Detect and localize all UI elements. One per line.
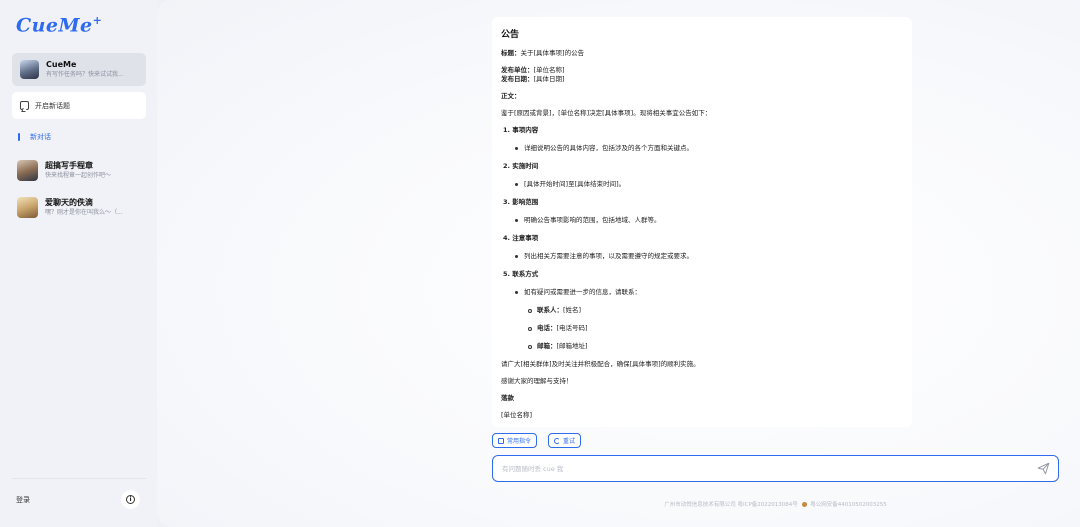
chat-input[interactable] — [502, 464, 1022, 473]
issuer-label: 发布单位： — [501, 66, 534, 74]
refresh-icon — [554, 437, 560, 444]
agent-avatar — [17, 197, 38, 218]
section-title: 2. 实施时间 — [503, 162, 539, 170]
divider — [12, 478, 146, 479]
intro-text: 鉴于[原因或背景]，[单位名称]决定[具体事项]。现将相关事宜公告如下： — [501, 109, 712, 117]
info-button[interactable]: i — [121, 490, 140, 509]
contact-label: 邮箱： — [537, 342, 557, 350]
sidebar: CueMe+ CueMe 有写作任务吗？快来试试我... 开启新话题 新对话 超… — [0, 0, 157, 527]
retry-label: 重试 — [563, 438, 576, 445]
contact-value: [姓名] — [563, 306, 582, 314]
chat-icon — [20, 101, 29, 110]
icp-text[interactable]: 广州市动悦信息技术有限公司 粤ICP备2022013084号 — [664, 502, 798, 508]
agent-name: 超搞写手程章 — [45, 161, 93, 170]
contact-value: [电话号码] — [556, 324, 588, 332]
footer: 广州市动悦信息技术有限公司 粤ICP备2022013084号 粤公网安备4401… — [492, 500, 1059, 508]
contact-value: [邮箱地址] — [556, 342, 588, 350]
agent-desc: 快来找程章一起创作吧～ — [45, 172, 112, 179]
issuer-value: [单位名称] — [533, 66, 565, 74]
info-icon: i — [126, 495, 135, 504]
new-topic-label: 开启新话题 — [35, 101, 70, 110]
active-indicator — [18, 133, 20, 141]
section-bullet: 列出相关方需要注意的事项，以及需要遵守的规定或要求。 — [515, 252, 903, 261]
date-value: [具体日期] — [533, 75, 565, 83]
police-badge-icon — [801, 502, 807, 507]
agent-item[interactable]: 超搞写手程章 快来找程章一起创作吧～ — [17, 160, 147, 181]
section-bullet: 详细说明公告的具体内容，包括涉及的各个方面和关键点。 — [515, 144, 903, 153]
section-title: 5. 联系方式 — [503, 270, 539, 278]
body-label: 正文： — [501, 92, 521, 100]
title-value: 关于[具体事项]的公告 — [520, 49, 585, 57]
police-text[interactable]: 粤公网安备44010502003255 — [810, 502, 887, 508]
date-label: 发布日期： — [501, 75, 534, 83]
section-title: 1. 事项内容 — [503, 126, 539, 134]
new-topic-button[interactable]: 开启新话题 — [12, 92, 146, 119]
agent-desc: 嘿？刚才是你在叫我么～（... — [45, 209, 123, 216]
signoff-value: [单位名称] — [501, 411, 533, 419]
main-panel: 公告 标题：关于[具体事项]的公告 发布单位：[单位名称] 发布日期：[具体日期… — [157, 0, 1080, 527]
bot-avatar — [20, 60, 39, 79]
retry-button[interactable]: 重试 — [548, 433, 582, 448]
current-chat-label: 新对话 — [30, 133, 51, 141]
signoff-label: 落款 — [501, 394, 514, 402]
section-bullet: 如有疑问或需要进一步的信息，请联系： — [515, 288, 903, 297]
section-title: 3. 影响范围 — [503, 198, 539, 206]
login-link[interactable]: 登录 — [16, 495, 30, 505]
commands-icon — [498, 437, 504, 444]
message-document: 公告 标题：关于[具体事项]的公告 发布单位：[单位名称] 发布日期：[具体日期… — [492, 17, 912, 427]
chat-input-container — [492, 455, 1059, 482]
title-label: 标题： — [501, 49, 521, 57]
section-bullet: [具体开始时间]至[具体结束时间]。 — [515, 180, 903, 189]
sidebar-item-current-chat[interactable]: 新对话 — [18, 132, 51, 142]
contact-label: 电话： — [537, 324, 557, 332]
closing-text: 请广大[相关群体]及时关注并积极配合，确保[具体事项]的顺利实施。 — [501, 360, 700, 368]
section-bullet: 明确公告事项影响的范围，包括地域、人群等。 — [515, 216, 903, 225]
agent-item[interactable]: 爱聊天的佚滴 嘿？刚才是你在叫我么～（... — [17, 197, 147, 218]
section-title: 4. 注意事项 — [503, 234, 539, 242]
agent-avatar — [17, 160, 38, 181]
send-icon[interactable] — [1037, 462, 1050, 475]
bot-name: CueMe — [46, 60, 77, 69]
agent-name: 爱聊天的佚滴 — [45, 198, 93, 207]
bot-desc: 有写作任务吗？快来试试我... — [46, 71, 124, 78]
doc-heading: 公告 — [501, 30, 520, 40]
contact-label: 联系人： — [537, 306, 563, 314]
commands-label: 常用指令 — [507, 438, 532, 445]
bot-card-cueme[interactable]: CueMe 有写作任务吗？快来试试我... — [12, 53, 146, 86]
cueme-logo[interactable]: CueMe+ — [16, 14, 102, 36]
commands-button[interactable]: 常用指令 — [492, 433, 538, 448]
closing-text: 感谢大家的理解与支持！ — [501, 377, 573, 385]
